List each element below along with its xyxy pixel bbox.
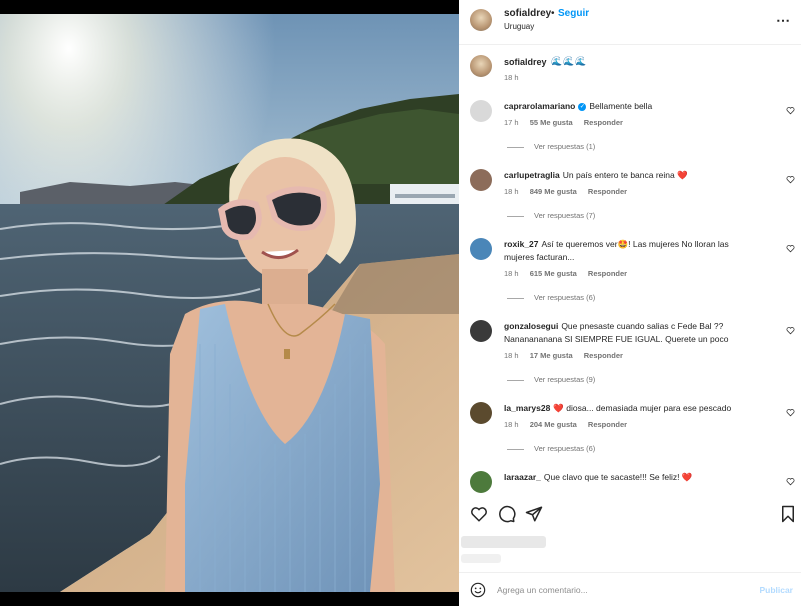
reply-button[interactable]: Responder xyxy=(584,118,623,127)
view-replies-button[interactable]: Ver respuestas (7) xyxy=(507,211,595,220)
comment-text: Bellamente bella xyxy=(589,101,653,111)
smiley-icon[interactable] xyxy=(470,582,486,598)
post-photo[interactable] xyxy=(0,14,459,592)
comments-scroll[interactable]: sofialdrey 🌊🌊🌊 18 h caprarolamariano ✓ Bel… xyxy=(459,45,801,495)
comment-input[interactable]: Agrega un comentario... xyxy=(497,585,588,595)
bookmark-icon[interactable] xyxy=(779,505,797,523)
view-replies-label: Ver respuestas (6) xyxy=(534,444,596,453)
comment-meta: 17 h 55 Me gusta Responder xyxy=(504,118,632,127)
comment-username[interactable]: carlupetraglia xyxy=(504,170,560,180)
comment-text-row: laraazar_ Que clavo que te sacaste!!! Se … xyxy=(504,471,759,484)
post-side-panel: sofialdrey • Seguir Uruguay ⋯ sofialdrey… xyxy=(459,0,801,606)
reply-button[interactable]: Responder xyxy=(588,269,627,278)
comment-text-row: gonzalosegui Que pnesaste cuando salias c… xyxy=(504,320,759,346)
header-separator: • xyxy=(551,8,555,19)
comment-heart-icon[interactable] xyxy=(786,175,795,184)
replies-line xyxy=(507,379,524,381)
comment-meta: 18 h 204 Me gusta Responder xyxy=(504,420,636,429)
comment-text-row: la_marys28 ❤️ diosa... demasiada mujer pa… xyxy=(504,402,759,415)
author-username[interactable]: sofialdrey xyxy=(504,8,551,19)
caption-timestamp[interactable]: 18 h xyxy=(504,73,519,82)
view-replies-button[interactable]: Ver respuestas (6) xyxy=(507,293,595,302)
comment-meta: 18 h 17 Me gusta Responder xyxy=(504,351,632,360)
comment-meta: 18 h 849 Me gusta Responder xyxy=(504,187,636,196)
comment-likes[interactable]: 849 Me gusta xyxy=(530,187,577,196)
comment-likes[interactable]: 55 Me gusta xyxy=(530,118,573,127)
commenter-avatar[interactable] xyxy=(470,238,492,260)
comment-text-row: roxik_27 Así te queremos ver🤩! Las mujere… xyxy=(504,238,759,264)
comment-likes[interactable]: 615 Me gusta xyxy=(530,269,577,278)
avatar-fill xyxy=(470,238,492,260)
avatar-fill xyxy=(470,320,492,342)
follow-button[interactable]: Seguir xyxy=(558,8,589,19)
comment-text-row: carlupetraglia Un país entero te banca re… xyxy=(504,169,759,182)
avatar-fill xyxy=(470,100,492,122)
comment-text-row: caprarolamariano ✓ Bellamente bella xyxy=(504,100,759,113)
comment-time[interactable]: 18 h xyxy=(504,351,519,360)
view-replies-button[interactable]: Ver respuestas (9) xyxy=(507,375,595,384)
reply-button[interactable]: Responder xyxy=(588,420,627,429)
comment-likes[interactable]: 17 Me gusta xyxy=(530,351,573,360)
replies-line xyxy=(507,448,524,450)
caption-text: 🌊🌊🌊 xyxy=(551,56,588,66)
comment-heart-icon[interactable] xyxy=(786,244,795,253)
action-bar xyxy=(459,505,801,529)
commenter-avatar[interactable] xyxy=(470,169,492,191)
comment-time[interactable]: 18 h xyxy=(504,269,519,278)
replies-line xyxy=(507,297,524,299)
caption-avatar[interactable] xyxy=(470,55,492,77)
view-replies-label: Ver respuestas (9) xyxy=(534,375,596,384)
comment-text: ❤️ diosa... demasiada mujer para ese pes… xyxy=(553,403,732,413)
publish-button[interactable]: Publicar xyxy=(759,585,793,595)
comment-time[interactable]: 17 h xyxy=(504,118,519,127)
verified-badge-icon: ✓ xyxy=(578,102,587,111)
avatar-fill xyxy=(470,471,492,493)
avatar-fill xyxy=(470,402,492,424)
comment-heart-icon[interactable] xyxy=(786,408,795,417)
heart-icon[interactable] xyxy=(470,505,488,523)
comment-meta: 18 h 615 Me gusta Responder xyxy=(504,269,636,278)
replies-line xyxy=(507,215,524,217)
commenter-avatar[interactable] xyxy=(470,320,492,342)
view-replies-label: Ver respuestas (1) xyxy=(534,142,596,151)
reply-button[interactable]: Responder xyxy=(588,187,627,196)
commenter-avatar[interactable] xyxy=(470,100,492,122)
post-header: sofialdrey • Seguir Uruguay ⋯ xyxy=(459,0,801,45)
comment-text: Un país entero te banca reina ❤️ xyxy=(562,170,688,180)
comment-time[interactable]: 18 h xyxy=(504,420,519,429)
view-replies-label: Ver respuestas (7) xyxy=(534,211,596,220)
comment-username[interactable]: caprarolamariano xyxy=(504,101,575,111)
comment-username[interactable]: roxik_27 xyxy=(504,239,539,249)
comment-username[interactable]: laraazar_ xyxy=(504,472,541,482)
comment-heart-icon[interactable] xyxy=(786,326,795,335)
commenter-avatar[interactable] xyxy=(470,402,492,424)
comment-username[interactable]: la_marys28 xyxy=(504,403,550,413)
comment-heart-icon[interactable] xyxy=(786,106,795,115)
comment-composer: Agrega un comentario... Publicar xyxy=(459,573,801,606)
replies-line xyxy=(507,146,524,148)
blurred-likes xyxy=(461,536,546,563)
paper-plane-icon[interactable] xyxy=(525,505,543,523)
author-avatar[interactable] xyxy=(470,9,492,31)
post-location[interactable]: Uruguay xyxy=(504,22,534,31)
comment-heart-icon[interactable] xyxy=(786,477,795,486)
comment-text: Que clavo que te sacaste!!! Se feliz! ❤️ xyxy=(543,472,693,482)
reply-button[interactable]: Responder xyxy=(584,351,623,360)
comment-likes[interactable]: 204 Me gusta xyxy=(530,420,577,429)
comment-username[interactable]: gonzalosegui xyxy=(504,321,558,331)
more-horizontal-icon[interactable]: ⋯ xyxy=(776,12,791,29)
view-replies-button[interactable]: Ver respuestas (6) xyxy=(507,444,595,453)
avatar-fill xyxy=(470,169,492,191)
caption-username[interactable]: sofialdrey xyxy=(504,57,547,67)
commenter-avatar[interactable] xyxy=(470,471,492,493)
comment-bubble-icon[interactable] xyxy=(498,505,516,523)
view-replies-button[interactable]: Ver respuestas (1) xyxy=(507,142,595,151)
view-replies-label: Ver respuestas (6) xyxy=(534,293,596,302)
comment-time[interactable]: 18 h xyxy=(504,187,519,196)
